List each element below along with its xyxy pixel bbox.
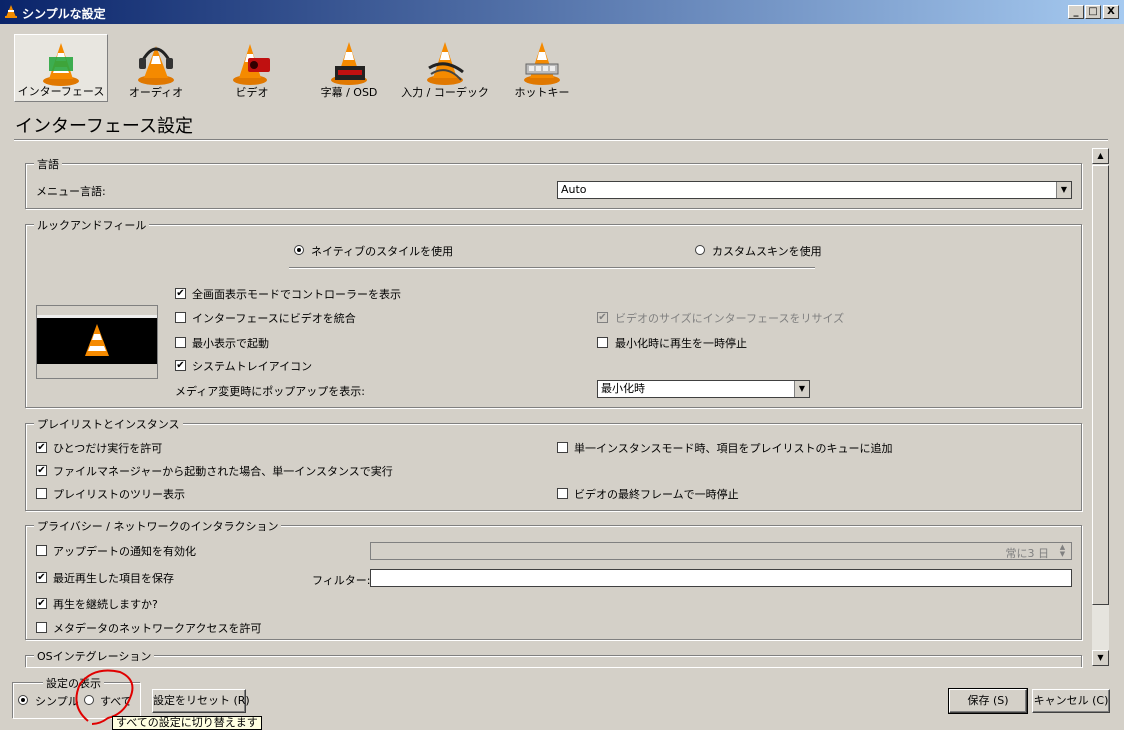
update-notify-checkbox[interactable] [36, 545, 47, 556]
maximize-button[interactable]: □ [1085, 5, 1101, 19]
scroll-thumb[interactable] [1092, 165, 1109, 605]
systray-label: システムトレイアイコン [192, 360, 313, 373]
chevron-down-icon[interactable]: ▼ [794, 381, 809, 397]
tab-subtitles-osd[interactable]: 字幕 / OSD [308, 34, 390, 102]
tree-view-label: プレイリストのツリー表示 [53, 488, 185, 501]
custom-skin-radio[interactable] [695, 245, 705, 255]
simple-radio[interactable] [18, 695, 28, 705]
tab-interface-label: インターフェース [17, 85, 105, 98]
custom-skin-label: カスタムスキンを使用 [712, 245, 822, 258]
metadata-network-checkbox[interactable] [36, 622, 47, 633]
close-button[interactable]: X [1103, 5, 1119, 19]
input-codec-cone-icon [427, 42, 464, 85]
file-manager-instance-checkbox[interactable]: ✔ [36, 465, 47, 476]
pause-last-frame-checkbox[interactable] [557, 488, 568, 499]
style-separator [289, 267, 815, 269]
subtitles-cone-icon [331, 42, 367, 85]
tab-input-label: 入力 / コーデック [401, 86, 489, 99]
os-integration-group: OSインテグレーション [25, 648, 1082, 667]
native-style-label: ネイティブのスタイルを使用 [311, 245, 454, 258]
popup-value: 最小化時 [601, 382, 645, 395]
look-group-label: ルックアンドフィール [34, 217, 150, 233]
start-minimal-checkbox[interactable] [175, 337, 186, 348]
section-title: インターフェース設定 [15, 116, 194, 137]
chevron-down-icon[interactable]: ▼ [1056, 182, 1071, 198]
scroll-down-icon[interactable]: ▼ [1092, 650, 1109, 666]
filter-input[interactable] [370, 569, 1072, 587]
pause-minimized-label: 最小化時に再生を一時停止 [615, 337, 747, 350]
preview-cone-icon [85, 324, 109, 356]
tooltip: すべての設定に切り替えます [112, 716, 262, 730]
tab-video[interactable]: ビデオ [212, 34, 292, 102]
playlist-group-label: プレイリストとインスタンス [34, 416, 183, 432]
language-group-label: 言語 [34, 156, 62, 172]
video-cone-icon [233, 44, 270, 85]
language-group: 言語 メニュー言語: Auto ▼ [25, 156, 1082, 209]
interface-cone-icon [43, 43, 79, 86]
menu-language-combo[interactable]: Auto ▼ [557, 181, 1072, 199]
pause-last-frame-label: ビデオの最終フレームで一時停止 [574, 488, 739, 501]
tree-view-checkbox[interactable] [36, 488, 47, 499]
tab-hotkeys[interactable]: ホットキー [506, 34, 578, 102]
resume-checkbox[interactable]: ✔ [36, 598, 47, 609]
tab-audio[interactable]: オーディオ [118, 34, 194, 102]
popup-combo[interactable]: 最小化時 ▼ [597, 380, 810, 398]
vlc-cone-icon [4, 4, 18, 22]
hotkeys-cone-icon [524, 42, 560, 85]
tab-subtitles-label: 字幕 / OSD [320, 86, 378, 99]
systray-checkbox[interactable]: ✔ [175, 360, 186, 371]
resume-label: 再生を継続しますか? [53, 598, 158, 611]
native-style-radio[interactable] [294, 245, 304, 255]
playlist-group: プレイリストとインスタンス ✔ ひとつだけ実行を許可 ✔ ファイルマネージャーか… [25, 416, 1082, 511]
title-bar[interactable]: シンプルな設定 _ □ X [0, 0, 1124, 24]
privacy-group: プライバシー / ネットワークのインタラクション アップデートの通知を有効化 常… [25, 518, 1082, 640]
os-group-label: OSインテグレーション [34, 648, 155, 664]
fullscreen-controller-checkbox[interactable]: ✔ [175, 288, 186, 299]
resize-to-video-label: ビデオのサイズにインターフェースをリサイズ [615, 312, 845, 325]
integrate-video-checkbox[interactable] [175, 312, 186, 323]
menu-language-value: Auto [561, 183, 587, 196]
update-interval-value: 常に3 日 [1005, 547, 1050, 560]
menu-language-label: メニュー言語: [36, 185, 106, 198]
tab-interface[interactable]: インターフェース [14, 34, 108, 102]
popup-label: メディア変更時にポップアップを表示: [175, 385, 365, 398]
title-separator [14, 139, 1108, 141]
metadata-network-label: メタデータのネットワークアクセスを許可 [53, 622, 262, 635]
one-instance-checkbox[interactable]: ✔ [36, 442, 47, 453]
tab-video-label: ビデオ [235, 86, 269, 99]
minimize-button[interactable]: _ [1068, 5, 1084, 19]
privacy-group-label: プライバシー / ネットワークのインタラクション [34, 518, 282, 534]
cancel-button[interactable]: キャンセル (C) [1032, 689, 1110, 713]
audio-headphones-icon [138, 46, 174, 85]
tab-hotkeys-label: ホットキー [514, 86, 570, 99]
scroll-up-icon[interactable]: ▲ [1092, 148, 1109, 164]
resize-to-video-checkbox[interactable]: ✔ [597, 312, 608, 323]
interface-preview-image [36, 305, 158, 379]
one-instance-label: ひとつだけ実行を許可 [53, 442, 163, 455]
window-title: シンプルな設定 [22, 7, 106, 21]
enqueue-label: 単一インスタンスモード時、項目をプレイリストのキューに追加 [574, 442, 893, 455]
vertical-scrollbar[interactable]: ▲ ▼ [1092, 148, 1109, 666]
pause-minimized-checkbox[interactable] [597, 337, 608, 348]
update-interval-spinbox[interactable]: 常に3 日 ▲ ▼ [370, 542, 1072, 560]
start-minimal-label: 最小表示で起動 [192, 337, 269, 350]
file-manager-instance-label: ファイルマネージャーから起動された場合、単一インスタンスで実行 [53, 465, 393, 478]
save-recent-checkbox[interactable]: ✔ [36, 572, 47, 583]
integrate-video-label: インターフェースにビデオを統合 [192, 312, 356, 325]
look-and-feel-group: ルックアンドフィール ネイティブのスタイルを使用 カスタムスキンを使用 ✔ 全画… [25, 217, 1082, 408]
update-notify-label: アップデートの通知を有効化 [53, 545, 196, 558]
filter-label: フィルター: [312, 574, 371, 587]
save-button[interactable]: 保存 (S) [948, 688, 1028, 714]
tab-audio-label: オーディオ [128, 86, 184, 99]
fullscreen-controller-label: 全画面表示モードでコントローラーを表示 [192, 288, 401, 301]
spin-arrows-icon[interactable]: ▲ ▼ [1055, 544, 1070, 558]
enqueue-checkbox[interactable] [557, 442, 568, 453]
tab-input-codec[interactable]: 入力 / コーデック [398, 34, 492, 102]
reset-preferences-button[interactable]: 設定をリセット (R) [152, 689, 250, 713]
save-recent-label: 最近再生した項目を保存 [53, 572, 174, 585]
